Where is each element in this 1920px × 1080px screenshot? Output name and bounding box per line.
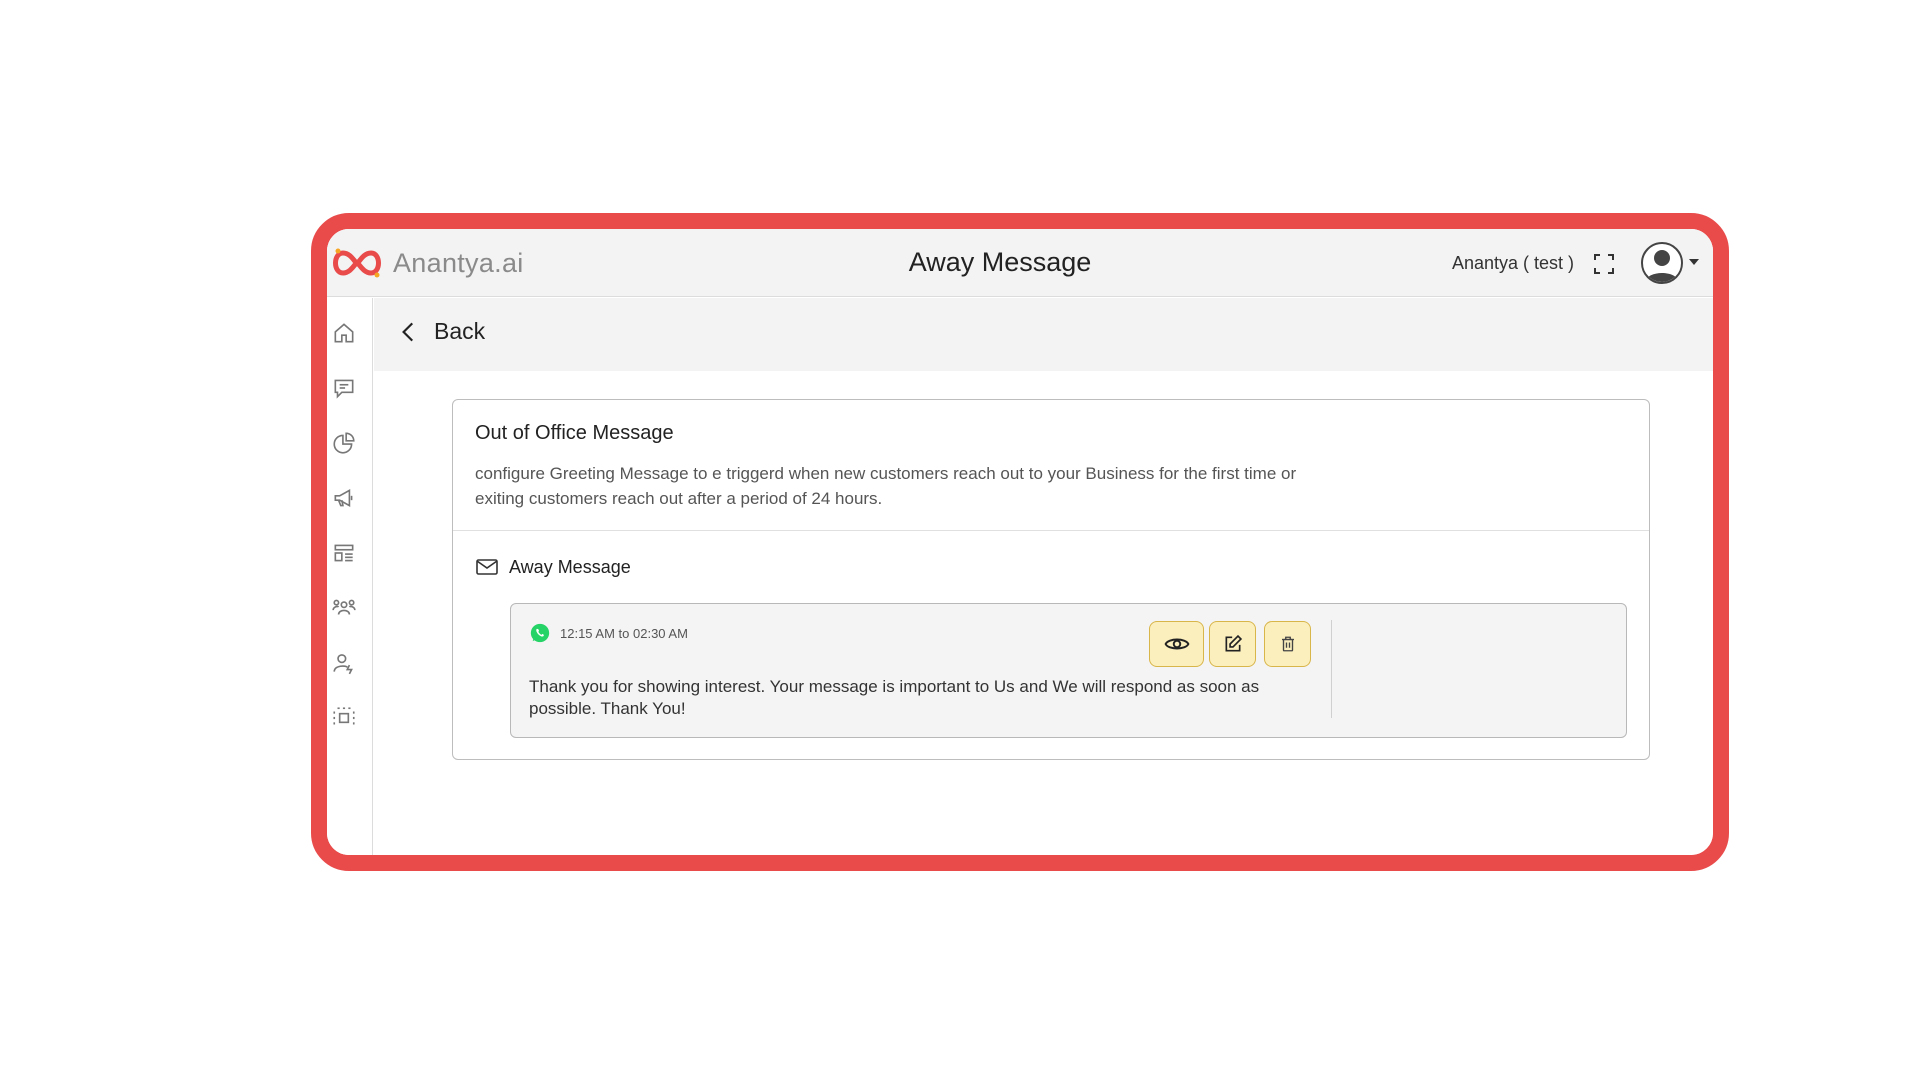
sidebar-item-analytics[interactable]	[331, 430, 357, 456]
user-settings-icon	[333, 654, 353, 675]
edit-button[interactable]	[1209, 621, 1256, 667]
sidebar-item-chats[interactable]	[331, 375, 357, 401]
integration-icon	[333, 707, 355, 725]
away-message-section: Away Message	[475, 555, 631, 579]
back-button[interactable]: Back	[396, 318, 485, 345]
home-icon	[334, 323, 354, 343]
infinity-logo-icon	[333, 248, 381, 278]
mail-icon	[476, 559, 498, 575]
megaphone-icon	[334, 489, 353, 507]
back-bar: Back	[374, 298, 1713, 371]
chevron-down-icon	[1689, 259, 1699, 265]
page-title: Away Message	[908, 247, 1092, 277]
brand-logo[interactable]: Anantya.ai	[329, 245, 524, 281]
chevron-left-icon	[402, 322, 414, 341]
top-header: Anantya.ai Away Message Anantya ( test )	[327, 229, 1713, 297]
sidebar-item-users[interactable]	[331, 650, 357, 676]
out-of-office-card: Out of Office Message configure Greeting…	[452, 399, 1650, 760]
pie-chart-icon	[333, 432, 355, 454]
eye-icon	[1164, 638, 1189, 650]
card-description: configure Greeting Message to e triggerd…	[475, 464, 1297, 508]
app-window: Anantya.ai Away Message Anantya ( test )	[327, 229, 1713, 855]
sidebar-item-templates[interactable]	[331, 540, 357, 566]
card-title: Out of Office Message	[475, 422, 674, 444]
trash-icon	[1281, 636, 1294, 652]
time-range: 12:15 AM to 02:30 AM	[560, 626, 688, 641]
back-label: Back	[434, 318, 486, 344]
logo-text: Anantya.ai	[393, 247, 524, 278]
sidebar	[327, 298, 373, 855]
away-message-item: 12:15 AM to 02:30 AM Thank you for showi…	[510, 603, 1627, 738]
divider	[1331, 620, 1332, 718]
avatar	[1641, 242, 1683, 284]
account-name[interactable]: Anantya ( test )	[1452, 253, 1574, 274]
edit-icon	[1225, 634, 1242, 652]
sidebar-item-team[interactable]	[331, 595, 357, 621]
message-text: Thank you for showing interest. Your mes…	[529, 677, 1260, 718]
template-icon	[334, 544, 354, 562]
highlight-frame: Anantya.ai Away Message Anantya ( test )	[311, 213, 1729, 871]
view-button[interactable]	[1149, 621, 1204, 667]
team-icon	[332, 599, 356, 615]
whatsapp-icon	[530, 623, 550, 643]
sidebar-item-integrations[interactable]	[331, 705, 357, 731]
fullscreen-icon[interactable]	[1593, 253, 1615, 275]
chat-icon	[334, 379, 354, 399]
card-header: Out of Office Message configure Greeting…	[453, 400, 1649, 531]
delete-button[interactable]	[1264, 621, 1311, 667]
profile-menu[interactable]	[1641, 242, 1699, 284]
sidebar-item-home[interactable]	[331, 320, 357, 346]
sidebar-item-campaigns[interactable]	[331, 485, 357, 511]
section-label: Away Message	[509, 556, 631, 577]
